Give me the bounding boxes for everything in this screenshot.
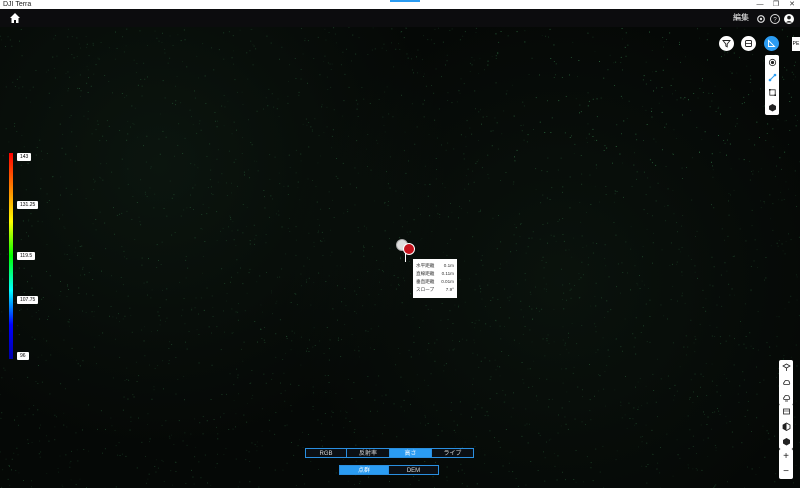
window-titlebar: DJI Terra — ❐ ✕ [0, 0, 800, 9]
view-tools-panel-1 [779, 360, 793, 405]
filter-icon[interactable] [719, 36, 734, 51]
maximize-button[interactable]: ❐ [768, 0, 784, 9]
measure-row: 直線距離 0.11m [416, 270, 454, 278]
measure-value: 0.1m [443, 263, 454, 268]
point-cloud [0, 27, 800, 488]
height-color-scale [9, 153, 13, 359]
measurement-popup: 水平距離 0.1m 直線距離 0.11m 垂直距離 0.01m スロープ 7.9° [413, 259, 457, 298]
measure-value: 0.11m [441, 271, 454, 276]
shade-icon-2[interactable] [779, 434, 793, 449]
scale-tick-119-5: 119.5 [17, 252, 36, 260]
scale-tick-107-75: 107.75 [17, 296, 39, 304]
zoom-in-button[interactable]: + [779, 449, 793, 464]
mode-reflectance-button[interactable]: 反射率 [347, 448, 390, 458]
home-icon[interactable] [8, 11, 22, 25]
view-tools-panel-2 [779, 404, 793, 449]
scale-tick-131-25: 131.25 [17, 201, 39, 209]
point-icon[interactable] [765, 55, 779, 70]
volume-icon[interactable] [765, 100, 779, 115]
edit-button[interactable]: 編集 [733, 12, 749, 23]
measure-value: 7.9° [445, 287, 454, 292]
help-icon[interactable]: ? [769, 12, 781, 24]
gear-icon[interactable] [755, 12, 767, 24]
zoom-panel: + − [779, 449, 793, 479]
measure-label: 水平距離 [416, 263, 435, 268]
pointcloud-view-icon[interactable] [779, 360, 793, 375]
scale-tick-143: 143 [17, 153, 32, 161]
measure-icon[interactable] [764, 36, 779, 51]
svg-text:?: ? [773, 18, 777, 24]
scale-tick-96: 96 [17, 352, 29, 360]
marker-leader-line [405, 253, 406, 262]
cloud-icon-1[interactable] [779, 375, 793, 390]
zoom-out-button[interactable]: − [779, 464, 793, 479]
window-title: DJI Terra [3, 1, 32, 8]
titlebar-accent [390, 0, 420, 2]
color-mode-selector: RGB 反射率 高さ ライブ [305, 448, 474, 458]
measure-row: スロープ 7.9° [416, 286, 454, 294]
close-button[interactable]: ✕ [784, 0, 800, 9]
mode-live-button[interactable]: ライブ [432, 448, 474, 458]
shade-icon-1[interactable] [779, 419, 793, 434]
side-panel-tab[interactable]: PE [792, 37, 800, 51]
distance-icon[interactable] [765, 70, 779, 85]
mode-dem-button[interactable]: DEM [389, 465, 439, 475]
measure-tools-panel [765, 55, 779, 115]
area-icon[interactable] [765, 85, 779, 100]
cloud-icon-2[interactable] [779, 390, 793, 405]
measure-label: 垂直距離 [416, 279, 435, 284]
user-icon[interactable] [783, 12, 795, 24]
measure-label: 直線距離 [416, 271, 435, 276]
data-mode-selector: 点群 DEM [339, 465, 439, 475]
app-topbar: 編集 ? [0, 9, 800, 27]
layers-icon[interactable] [741, 36, 756, 51]
pointcloud-viewport[interactable]: PE + − 143 131.25 119.5 107.75 96 水平距離 0… [0, 27, 800, 488]
measure-label: スロープ [416, 287, 435, 292]
measure-row: 水平距離 0.1m [416, 262, 454, 270]
mode-pointcloud-button[interactable]: 点群 [339, 465, 389, 475]
measure-row: 垂直距離 0.01m [416, 278, 454, 286]
frame-icon[interactable] [779, 404, 793, 419]
minimize-button[interactable]: — [752, 0, 768, 9]
mode-height-button[interactable]: 高さ [390, 448, 432, 458]
measure-value: 0.01m [441, 279, 454, 284]
mode-rgb-button[interactable]: RGB [305, 448, 347, 458]
